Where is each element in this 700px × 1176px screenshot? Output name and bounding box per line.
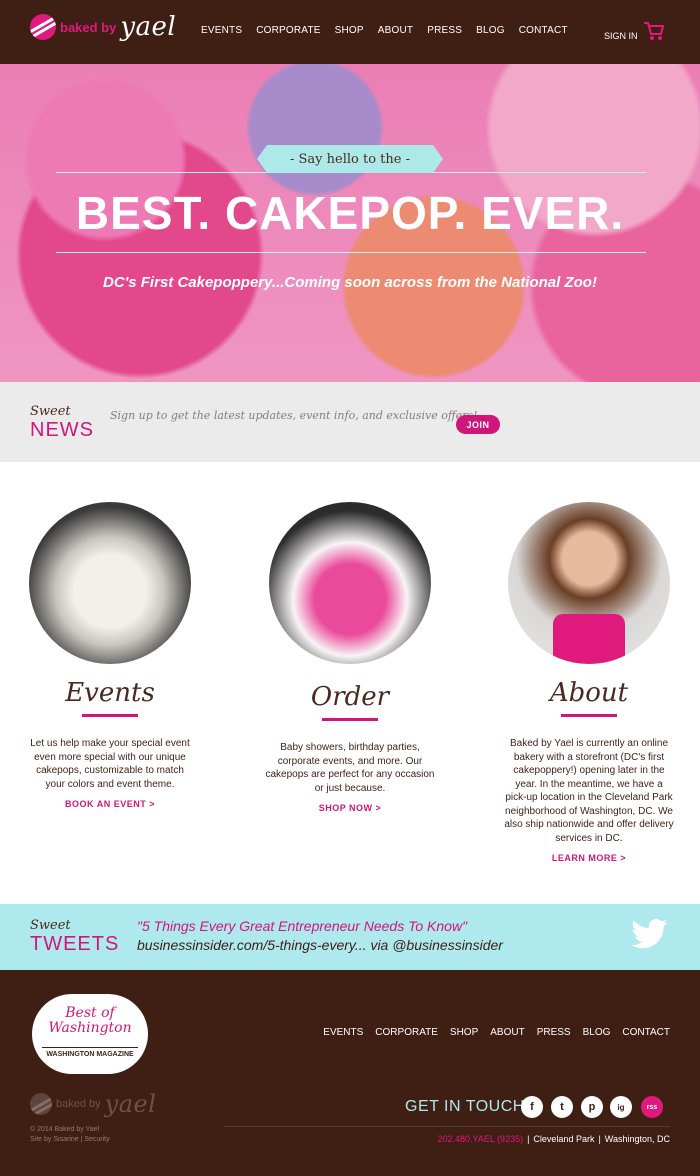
copyright: © 2014 Baked by Yael Site by Sisarine | …: [30, 1125, 110, 1145]
footer-cakepop-logo-icon: [30, 1093, 52, 1115]
contact-info: 202.480.YAEL (9235) | Cleveland Park | Washi…: [438, 1134, 670, 1144]
badge-subtitle: WASHINGTON MAGAZINE: [42, 1047, 138, 1058]
nav-shop[interactable]: SHOP: [335, 25, 364, 36]
badge-line2: Washington: [48, 1020, 132, 1036]
nav-about[interactable]: ABOUT: [378, 25, 413, 36]
site-credit[interactable]: Site by Sisarine | Security: [30, 1135, 110, 1145]
twitter-bird-icon[interactable]: [631, 918, 669, 950]
badge-line1: Best of: [65, 1005, 115, 1021]
book-event-link[interactable]: BOOK AN EVENT >: [10, 799, 210, 809]
copyright-text: © 2014 Baked by Yael: [30, 1126, 100, 1133]
facebook-icon[interactable]: f: [521, 1096, 543, 1118]
get-in-touch-label: GET IN TOUCH: [405, 1098, 525, 1115]
main-nav: EVENTS CORPORATE SHOP ABOUT PRESS BLOG C…: [201, 25, 582, 36]
tweet-via[interactable]: via @businessinsider: [370, 937, 503, 953]
nav-events[interactable]: EVENTS: [201, 25, 242, 36]
cakepop-logo-icon: [30, 14, 56, 40]
news-label: NEWS: [30, 419, 94, 441]
footer-nav-shop[interactable]: SHOP: [450, 1027, 478, 1038]
nav-contact[interactable]: CONTACT: [519, 25, 568, 36]
footer-nav: EVENTS CORPORATE SHOP ABOUT PRESS BLOG C…: [311, 1027, 670, 1038]
order-rule: [322, 718, 378, 721]
order-text: Baby showers, birthday parties, corporat…: [265, 742, 435, 794]
cart-icon[interactable]: [643, 20, 665, 42]
contact-separator: |: [598, 1134, 601, 1144]
events-column: Events Let us help make your special eve…: [10, 502, 210, 809]
footer-nav-blog[interactable]: BLOG: [583, 1027, 611, 1038]
footer-nav-corporate[interactable]: CORPORATE: [375, 1027, 438, 1038]
site-logo[interactable]: baked by yael: [30, 12, 176, 42]
hero-title: BEST. CAKEPOP. EVER.: [75, 187, 625, 239]
logo-text: baked by: [60, 19, 117, 35]
best-of-washington-badge: Best of Washington WASHINGTON MAGAZINE: [32, 994, 148, 1074]
order-title: Order: [310, 682, 390, 712]
events-title: Events: [65, 678, 155, 708]
hero-divider-bottom: [56, 252, 646, 253]
footer-nav-about[interactable]: ABOUT: [490, 1027, 524, 1038]
tweets-label: TWEETS: [30, 933, 120, 955]
contact-separator: |: [527, 1134, 530, 1144]
about-text: Baked by Yael is currently an online bak…: [504, 738, 674, 844]
hero-ribbon: - Say hello to the -: [257, 145, 443, 173]
site-header: baked by yael EVENTS CORPORATE SHOP ABOU…: [0, 0, 700, 64]
events-rule: [82, 714, 138, 717]
order-image: [269, 502, 431, 664]
news-sweet-label: Sweet: [30, 404, 71, 419]
footer-logo[interactable]: baked by yael: [30, 1090, 156, 1118]
footer-nav-contact[interactable]: CONTACT: [622, 1027, 670, 1038]
about-title: About: [549, 678, 629, 708]
about-column: About Baked by Yael is currently an onli…: [489, 502, 689, 863]
hero-banner: - Say hello to the - BEST. CAKEPOP. EVER…: [0, 64, 700, 382]
about-rule: [561, 714, 617, 717]
events-text: Let us help make your special event even…: [30, 738, 190, 790]
tweet-link[interactable]: businessinsider.com/5-things-every...: [137, 937, 367, 953]
rss-icon[interactable]: rss: [641, 1096, 663, 1118]
badge-title: Best of Washington: [32, 1006, 148, 1036]
footer-logo-script: yael: [104, 1090, 157, 1118]
tweets-bar: Sweet TWEETS "5 Things Every Great Entre…: [0, 904, 700, 970]
nav-corporate[interactable]: CORPORATE: [256, 25, 320, 36]
tweets-sweet-label: Sweet: [30, 918, 71, 933]
hero-subtitle: DC's First Cakepoppery...Coming soon acr…: [103, 274, 597, 291]
footer-nav-press[interactable]: PRESS: [537, 1027, 571, 1038]
logo-script: yael: [120, 12, 177, 42]
nav-blog[interactable]: BLOG: [476, 25, 505, 36]
sign-in-link[interactable]: SIGN IN: [604, 31, 638, 41]
contact-city: Washington, DC: [604, 1134, 670, 1144]
order-column: Order Baby showers, birthday parties, co…: [250, 502, 450, 813]
newsletter-text: Sign up to get the latest updates, event…: [110, 409, 478, 422]
site-footer: Best of Washington WASHINGTON MAGAZINE E…: [0, 970, 700, 1176]
footer-nav-events[interactable]: EVENTS: [323, 1027, 363, 1038]
shop-now-link[interactable]: SHOP NOW >: [250, 803, 450, 813]
learn-more-link[interactable]: LEARN MORE >: [489, 853, 689, 863]
latest-tweet: "5 Things Every Great Entrepreneur Needs…: [137, 917, 597, 955]
contact-location: Cleveland Park: [533, 1134, 595, 1144]
nav-press[interactable]: PRESS: [427, 25, 462, 36]
events-image: [29, 502, 191, 664]
newsletter-bar: Sweet NEWS Sign up to get the latest upd…: [0, 382, 700, 462]
phone-number[interactable]: 202.480.YAEL (9235): [438, 1134, 524, 1144]
about-image: [508, 502, 670, 664]
join-button[interactable]: JOIN: [456, 415, 500, 434]
pinterest-icon[interactable]: p: [581, 1096, 603, 1118]
footer-divider: [224, 1126, 670, 1127]
twitter-icon[interactable]: t: [551, 1096, 573, 1118]
tweet-quote: "5 Things Every Great Entrepreneur Needs…: [137, 918, 468, 934]
instagram-icon[interactable]: ig: [610, 1096, 632, 1118]
footer-logo-text: baked by: [56, 1098, 101, 1110]
